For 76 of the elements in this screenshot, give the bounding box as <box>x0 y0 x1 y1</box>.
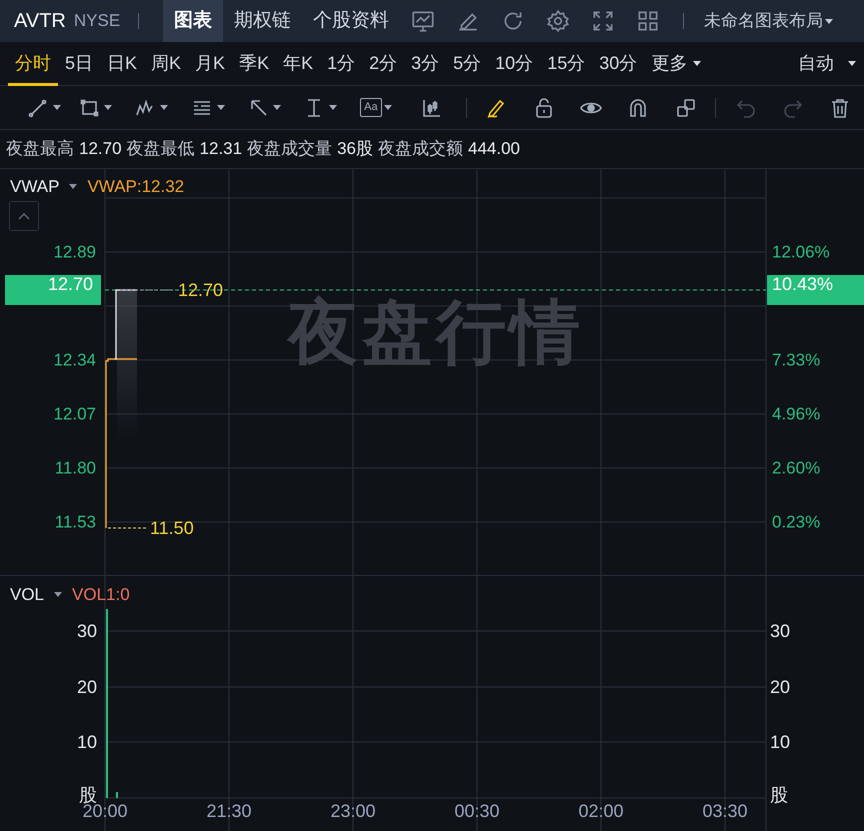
indicator-value: VOL1:0 <box>72 584 130 606</box>
axis-label: 10 <box>770 733 790 751</box>
indicator-name[interactable]: VOL <box>10 582 44 608</box>
axis-label: 12.34 <box>52 352 96 368</box>
axis-label: 7.33% <box>772 352 820 368</box>
caret-icon[interactable] <box>104 105 112 110</box>
axis-label: 11.53 <box>54 514 96 530</box>
period-tab[interactable]: 10分 <box>488 42 540 86</box>
caret-icon[interactable] <box>160 105 168 110</box>
axis-label: 12.89 <box>52 244 96 260</box>
time-label: 23:00 <box>330 802 376 820</box>
stat-label: 夜盘成交额 <box>378 138 464 160</box>
price-label: 12.70 <box>5 275 101 305</box>
stat-value: 12.70 <box>79 138 122 160</box>
period-tab[interactable]: 2分 <box>362 42 404 86</box>
axis-label: 30 <box>770 622 790 640</box>
drawing-tool[interactable]: Aa <box>348 86 404 130</box>
exchange-label: NYSE <box>74 10 120 32</box>
caret-icon[interactable] <box>848 61 856 66</box>
stat-label: 夜盘最高 <box>6 138 74 160</box>
chevron-up-icon[interactable] <box>18 212 30 220</box>
axis-label: 股 <box>770 786 788 804</box>
header-tab[interactable]: 图表 <box>163 0 224 42</box>
axis-label: 10 <box>76 733 97 751</box>
caret-icon[interactable] <box>825 18 834 24</box>
indicator-name[interactable]: VWAP <box>10 174 60 200</box>
axis-label: 20 <box>76 678 97 696</box>
header-tab[interactable]: 个股资料 <box>302 0 400 42</box>
period-tab[interactable]: 15分 <box>540 42 592 86</box>
scale-mode-menu[interactable]: 自动 <box>798 50 856 77</box>
stat-label: 夜盘最低 <box>126 138 195 160</box>
caret-icon[interactable] <box>216 105 225 110</box>
period-tab[interactable]: 30分 <box>592 42 644 86</box>
period-tab[interactable]: 周K <box>144 42 188 86</box>
symbol: AVTR <box>14 9 66 34</box>
time-label: 03:30 <box>702 802 748 820</box>
period-tab[interactable]: 5日 <box>58 42 100 86</box>
header-tab[interactable]: 期权链 <box>223 0 302 42</box>
period-tab[interactable]: 月K <box>188 42 232 86</box>
time-label: 21:30 <box>206 802 252 820</box>
caret-icon[interactable] <box>693 61 702 66</box>
period-tab[interactable]: 1分 <box>320 42 362 86</box>
axis-label: 11.80 <box>54 460 96 476</box>
price-marker: 11.50 <box>150 519 194 537</box>
time-label: 02:00 <box>578 802 624 820</box>
caret-icon[interactable] <box>52 105 61 110</box>
time-label: 00:30 <box>454 802 500 820</box>
caret-icon[interactable] <box>54 592 62 598</box>
period-tab[interactable]: 年K <box>276 42 320 86</box>
axis-label: 2.60% <box>772 460 820 476</box>
period-tab[interactable]: 季K <box>232 42 276 86</box>
time-label: 20:00 <box>82 802 128 820</box>
period-tab[interactable]: 3分 <box>404 42 446 86</box>
caret-icon[interactable] <box>272 105 281 110</box>
axis-label: 30 <box>76 622 97 640</box>
axis-label: 20 <box>770 678 790 696</box>
period-tab[interactable]: 更多 <box>644 42 708 86</box>
indicator-value: VWAP:12.32 <box>87 176 184 198</box>
caret-icon[interactable] <box>328 105 337 110</box>
axis-label: 12.06% <box>772 244 830 260</box>
settings-icon[interactable] <box>545 8 572 34</box>
axis-label: 12.07 <box>52 406 96 422</box>
period-tab[interactable]: 5分 <box>446 42 488 86</box>
stat-value: 12.31 <box>200 138 242 160</box>
stat-value: 444.00 <box>468 138 520 160</box>
stat-value: 36股 <box>337 138 374 160</box>
axis-label: 4.96% <box>772 406 820 422</box>
caret-icon[interactable] <box>384 105 392 110</box>
axis-label: 0.23% <box>772 514 820 530</box>
caret-icon[interactable] <box>69 184 78 190</box>
period-tab[interactable]: 日K <box>100 42 144 86</box>
percent-label: 10.43% <box>767 275 864 305</box>
stat-label: 夜盘成交量 <box>247 138 332 160</box>
axis-label: 股 <box>78 786 97 804</box>
layout-menu[interactable]: 未命名图表布局 <box>704 8 834 34</box>
price-marker: 12.70 <box>178 281 224 299</box>
